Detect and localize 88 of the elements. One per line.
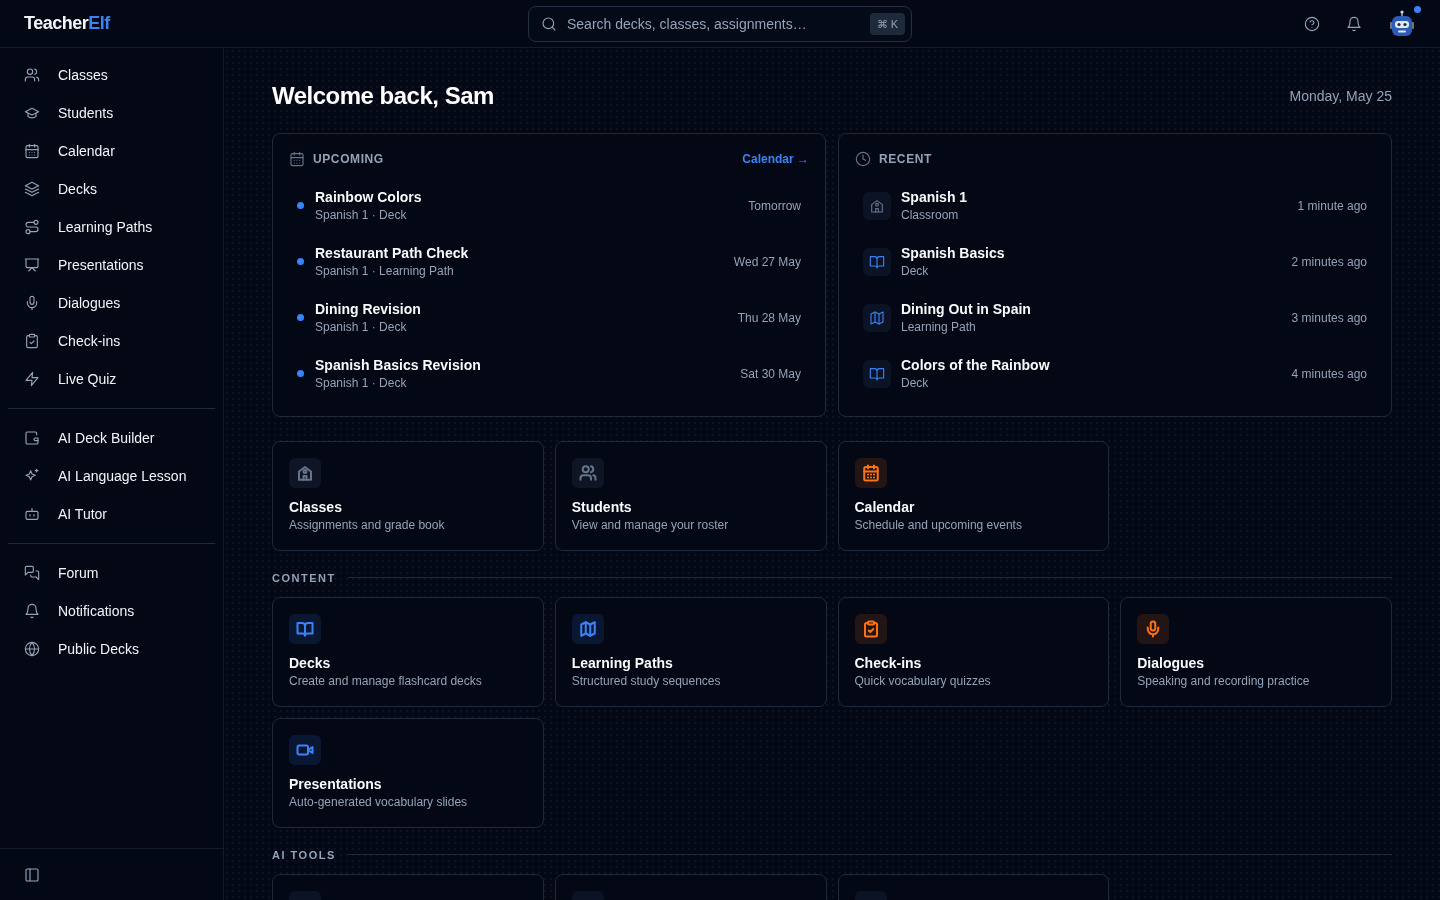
event-date: Thu 28 May	[737, 309, 801, 327]
event-title[interactable]: Restaurant Path Check	[315, 243, 469, 262]
sidebar-item[interactable]: Calendar	[8, 132, 215, 170]
event-date: Tomorrow	[748, 197, 801, 215]
recent-title[interactable]: Spanish 1	[901, 187, 968, 206]
sidebar-item[interactable]: Presentations	[8, 246, 215, 284]
feature-card[interactable]: Calendar Schedule and upcoming events	[837, 440, 1110, 551]
feature-card[interactable]: Learning Paths Structured study sequences	[554, 596, 827, 707]
sparkles-icon	[24, 468, 40, 484]
sidebar-item[interactable]: Check-ins	[8, 322, 215, 360]
sidebar-item[interactable]: AI Tutor	[8, 495, 215, 533]
event-subtitle: Spanish 1 · Deck	[315, 374, 408, 392]
sidebar-item[interactable]: Public Decks	[8, 630, 215, 668]
calendar-icon	[289, 150, 305, 167]
feature-card[interactable]: Presentations Auto-generated vocabulary slides	[272, 717, 544, 828]
robot-icon	[24, 506, 40, 522]
search-icon	[541, 16, 557, 32]
event-dot	[297, 202, 304, 210]
event-title[interactable]: Dining Revision	[315, 299, 421, 318]
wallet-icon	[24, 430, 40, 446]
calendar-icon	[24, 143, 40, 159]
help-icon[interactable]	[1304, 15, 1320, 32]
event-subtitle: Spanish 1 · Deck	[315, 318, 408, 336]
sidebar-item[interactable]: AI Deck Builder	[8, 419, 215, 457]
cap-icon	[24, 105, 40, 121]
bell-icon	[24, 603, 40, 619]
route-icon	[24, 219, 40, 235]
event-dot	[297, 370, 304, 378]
section-heading: CONTENT	[272, 570, 336, 586]
microphone-icon	[24, 295, 40, 311]
page-title: Welcome back, Sam	[272, 82, 494, 111]
shortcut-hint: ⌘ K	[869, 12, 905, 36]
sidebar-item[interactable]: Decks	[8, 170, 215, 208]
recent-subtitle: Deck	[901, 374, 930, 392]
feature-card[interactable]: Check-ins Quick vocabulary quizzes	[837, 596, 1110, 707]
recent-title[interactable]: Spanish Basics	[901, 243, 1005, 262]
book-icon	[869, 365, 885, 382]
date-label: Monday, May 25	[1289, 86, 1392, 106]
panel-heading: RECENT	[879, 150, 932, 168]
bell-icon[interactable]	[1346, 15, 1362, 32]
logo[interactable]: TeacherElf	[24, 10, 110, 37]
school-icon	[869, 197, 885, 214]
lightning-icon	[24, 371, 40, 387]
feature-card[interactable]: Students View and manage your roster	[554, 440, 827, 551]
users-icon	[24, 67, 40, 83]
feature-card[interactable]: Decks Create and manage flashcard decks	[272, 596, 544, 707]
recent-title[interactable]: Colors of the Rainbow	[901, 355, 1050, 374]
event-subtitle: Spanish 1 · Deck	[315, 206, 408, 224]
panel-icon[interactable]	[24, 866, 40, 883]
event-date: Wed 27 May	[733, 253, 801, 271]
recent-subtitle: Learning Path	[901, 318, 977, 336]
robot-avatar[interactable]	[1388, 9, 1416, 38]
chat-icon	[24, 565, 40, 581]
feature-card[interactable]: Classes Assignments and grade book	[272, 440, 544, 551]
event-title[interactable]: Rainbow Colors	[315, 187, 422, 206]
event-subtitle: Spanish 1 · Learning Path	[315, 262, 455, 280]
globe-icon	[24, 641, 40, 657]
calendar-link[interactable]: Calendar →	[742, 149, 809, 168]
event-title[interactable]: Spanish Basics Revision	[315, 355, 481, 374]
panel-heading: UPCOMING	[313, 150, 384, 168]
recent-time: 1 minute ago	[1297, 197, 1367, 215]
recent-time: 4 minutes ago	[1291, 365, 1367, 383]
recent-title[interactable]: Dining Out in Spain	[901, 299, 1031, 318]
easel-icon	[24, 257, 40, 273]
search-field[interactable]: Search decks, classes, assignments… ⌘ K	[528, 6, 912, 42]
sidebar-item[interactable]: Students	[8, 94, 215, 132]
search-input[interactable]: Search decks, classes, assignments…	[565, 12, 862, 36]
sidebar-item[interactable]: Dialogues	[8, 284, 215, 322]
recent-subtitle: Classroom	[901, 206, 960, 224]
sidebar-item[interactable]: Live Quiz	[8, 360, 215, 398]
clock-icon	[855, 150, 871, 167]
clipboard-icon	[24, 333, 40, 349]
recent-subtitle: Deck	[901, 262, 930, 280]
sidebar-item[interactable]: Notifications	[8, 592, 215, 630]
section-heading: AI TOOLS	[272, 847, 336, 863]
feature-card[interactable]: Dialogues Speaking and recording practice	[1120, 596, 1392, 707]
map-icon	[869, 309, 885, 326]
event-date: Sat 30 May	[740, 365, 801, 383]
sidebar-item[interactable]: AI Language Lesson	[8, 457, 215, 495]
sidebar-item[interactable]: Forum	[8, 554, 215, 592]
layers-icon	[24, 181, 40, 197]
recent-time: 3 minutes ago	[1291, 309, 1367, 327]
book-icon	[869, 253, 885, 270]
recent-time: 2 minutes ago	[1291, 253, 1367, 271]
event-dot	[297, 314, 304, 322]
sidebar-item[interactable]: Classes	[8, 56, 215, 94]
event-dot	[297, 258, 304, 266]
sidebar-item[interactable]: Learning Paths	[8, 208, 215, 246]
